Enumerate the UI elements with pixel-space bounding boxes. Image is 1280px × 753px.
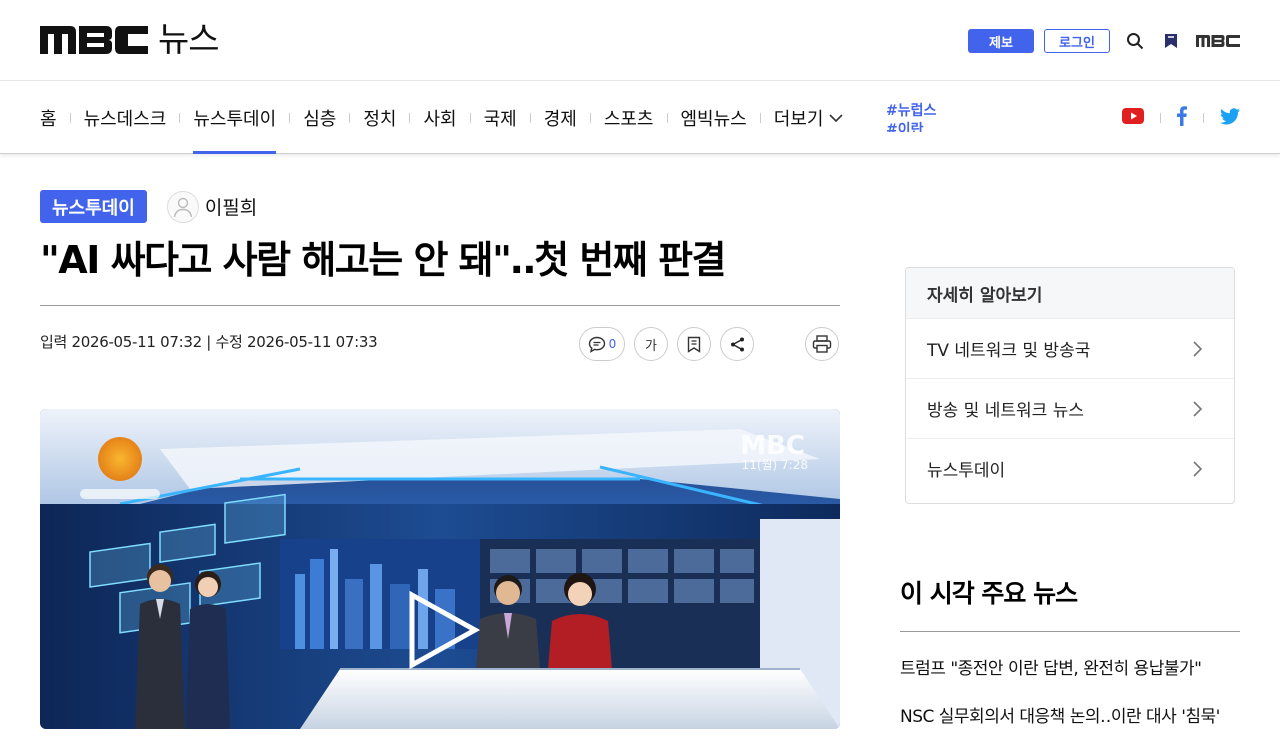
avatar (166, 190, 199, 223)
learn-more-title: 자세히 알아보기 (906, 268, 1234, 318)
facebook-icon[interactable] (1177, 106, 1187, 130)
article-headline: "AI 싸다고 사람 해고는 안 돼"‥첫 번째 판결 (40, 238, 727, 282)
nav-separator (289, 113, 291, 123)
video-player[interactable]: MBC 11(월) 7:28 (40, 409, 840, 729)
print-button[interactable] (805, 327, 839, 361)
nav-item-newsdesk[interactable]: 뉴스데스크 (84, 82, 167, 154)
article-tools: 0 가 (579, 327, 848, 361)
top-bar: 뉴스 제보 로그인 (0, 0, 1280, 81)
social-links (1122, 106, 1240, 130)
reporter[interactable]: 이필희 (166, 190, 258, 223)
nav-item-label: 엠빅뉴스 (680, 109, 747, 130)
top-news-divider (900, 631, 1240, 632)
nav-item-indepth[interactable]: 심층 (303, 82, 336, 154)
social-separator (1160, 113, 1161, 123)
user-icon (173, 197, 193, 217)
font-size-button[interactable]: 가 (634, 327, 668, 361)
nav-more-label: 더보기 (773, 109, 824, 130)
chevron-right-icon (1193, 340, 1202, 357)
nav-item-world[interactable]: 국제 (484, 82, 517, 154)
nav-item-label: 홈 (40, 109, 57, 130)
nav-item-label: 심층 (303, 109, 337, 130)
hashtag-ticker[interactable]: #뉴럽스 #이란 (886, 102, 946, 132)
site-logo[interactable]: 뉴스 (40, 20, 220, 60)
nav-item-label: 사회 (423, 109, 457, 130)
category-badge[interactable]: 뉴스투데이 (40, 190, 147, 223)
nav-separator (759, 113, 761, 123)
social-separator (1203, 113, 1204, 123)
nav-item-newstoday[interactable]: 뉴스투데이 (193, 82, 276, 154)
nav-item-label: 국제 (483, 109, 517, 130)
learn-more-link-label: 방송 및 네트워크 뉴스 (927, 401, 1084, 421)
learn-more-link[interactable]: TV 네트워크 및 방송국 (906, 318, 1234, 378)
report-button[interactable]: 제보 (968, 29, 1034, 53)
reporter-name: 이필희 (204, 197, 258, 219)
top-actions: 제보 로그인 (968, 29, 1240, 53)
logo-text: 뉴스 (158, 20, 220, 60)
nav-item-label: 스포츠 (603, 109, 654, 130)
video-timestamp: 11(월) 7:28 (742, 458, 808, 472)
nav-separator (409, 113, 411, 123)
comment-button[interactable]: 0 (579, 327, 625, 361)
learn-more-box: 자세히 알아보기 TV 네트워크 및 방송국 방송 및 네트워크 뉴스 뉴스투데… (905, 267, 1235, 504)
top-news-item[interactable]: NSC 실무회의서 대응책 논의‥이란 대사 '침묵' (900, 705, 1240, 753)
nav-item-label: 정치 (363, 109, 397, 130)
bookmark-icon[interactable] (1160, 30, 1182, 52)
youtube-icon[interactable] (1122, 108, 1144, 128)
top-news-item[interactable]: 트럼프 "종전안 이란 답변, 완전히 용납불가" (900, 657, 1240, 705)
comment-icon (588, 336, 605, 353)
video-channel-mark: MBC (740, 431, 805, 461)
nav-item-label: 뉴스투데이 (193, 109, 277, 130)
nav-item-home[interactable]: 홈 (40, 82, 57, 154)
nav-separator (469, 113, 471, 123)
learn-more-link-label: TV 네트워크 및 방송국 (927, 341, 1091, 361)
share-icon (730, 337, 744, 351)
video-thumbnail: MBC 11(월) 7:28 (40, 409, 840, 729)
top-news-title: 이 시각 주요 뉴스 (900, 579, 1078, 608)
nav-item-label: 뉴스데스크 (83, 109, 167, 130)
chevron-down-icon (829, 113, 844, 122)
nav-item-society[interactable]: 사회 (423, 82, 456, 154)
nav-separator (69, 113, 71, 123)
top-news-list: 트럼프 "종전안 이란 답변, 완전히 용납불가" NSC 실무회의서 대응책 … (900, 657, 1240, 753)
nav-separator (179, 113, 181, 123)
chevron-right-icon (1193, 460, 1202, 477)
learn-more-link-label: 뉴스투데이 (927, 461, 1006, 481)
mbc-small-logo-icon (1196, 35, 1240, 47)
nav-item-label: 경제 (543, 109, 577, 130)
learn-more-link[interactable]: 뉴스투데이 (906, 438, 1234, 498)
hashtag-item[interactable]: #뉴럽스 (886, 102, 946, 121)
print-icon (812, 335, 832, 353)
nav-separator (529, 113, 531, 123)
main-nav: 홈 뉴스데스크 뉴스투데이 심층 정치 사회 국제 경제 스포츠 엠빅뉴스 더보… (0, 82, 1280, 154)
nav-list: 홈 뉴스데스크 뉴스투데이 심층 정치 사회 국제 경제 스포츠 엠빅뉴스 더보… (40, 82, 844, 154)
hashtag-item[interactable]: #이란 (886, 121, 946, 132)
nav-more-button[interactable]: 더보기 (774, 82, 844, 154)
nav-item-sports[interactable]: 스포츠 (604, 82, 654, 154)
article-dates: 입력 2026-05-11 07:32 | 수정 2026-05-11 07:3… (40, 333, 378, 351)
bookmark-button[interactable] (677, 327, 711, 361)
chevron-right-icon (1193, 400, 1202, 417)
nav-separator (666, 113, 668, 123)
headline-divider (40, 305, 840, 306)
login-button[interactable]: 로그인 (1044, 29, 1110, 53)
nav-item-embig[interactable]: 엠빅뉴스 (681, 82, 747, 154)
share-button[interactable] (720, 327, 754, 361)
search-icon[interactable] (1124, 30, 1146, 52)
comment-count: 0 (608, 337, 617, 351)
mbc-logo-mark (40, 26, 148, 54)
mbc-home-link[interactable] (1196, 30, 1240, 52)
bookmark-outline-icon (687, 336, 701, 353)
twitter-icon[interactable] (1220, 107, 1240, 129)
article-meta: 뉴스투데이 이필희 (40, 190, 257, 223)
nav-item-politics[interactable]: 정치 (363, 82, 396, 154)
nav-separator (589, 113, 591, 123)
nav-separator (349, 113, 351, 123)
learn-more-link[interactable]: 방송 및 네트워크 뉴스 (906, 378, 1234, 438)
nav-item-economy[interactable]: 경제 (544, 82, 577, 154)
